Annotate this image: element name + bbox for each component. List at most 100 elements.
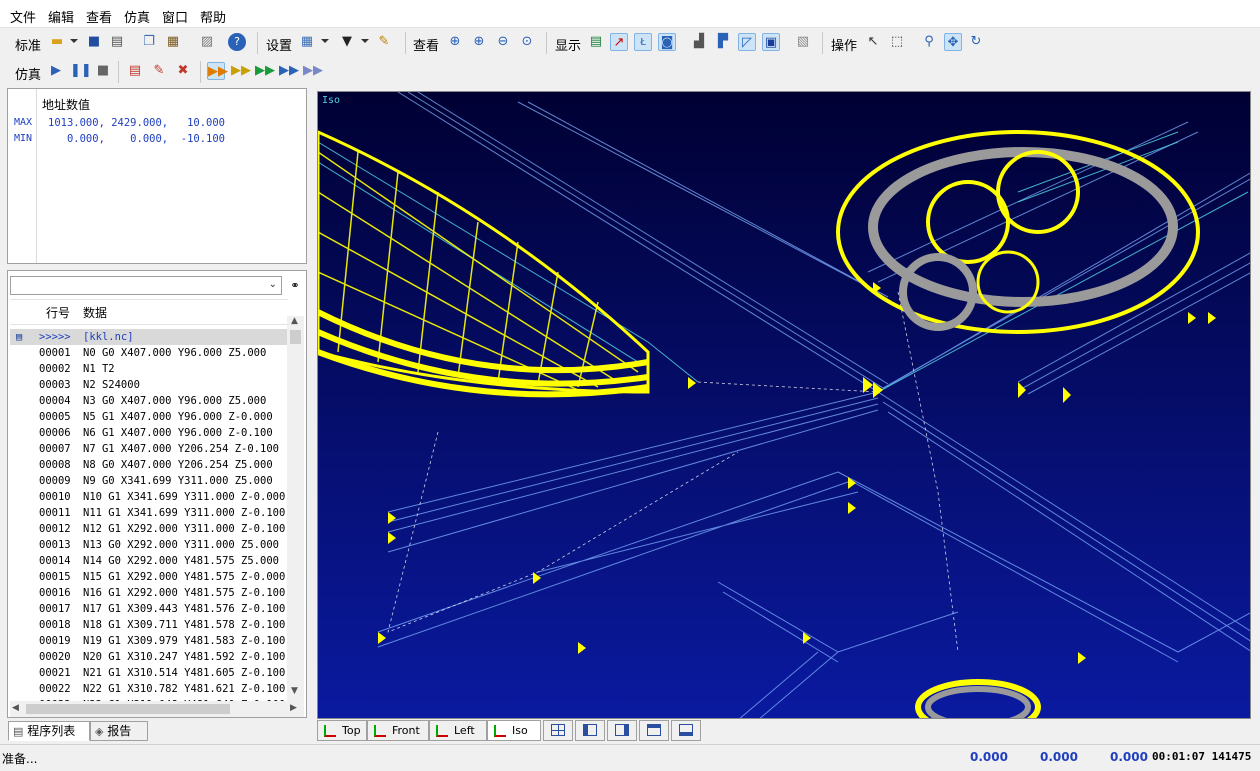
table-row[interactable]: 00006 N6 G1 X407.000 Y96.000 Z-0.100	[10, 425, 288, 441]
axis-icon	[436, 725, 448, 737]
table-row[interactable]: 00009 N9 G0 X341.699 Y311.000 Z5.000	[10, 473, 288, 489]
scroll-up-icon[interactable]: ▲	[291, 316, 298, 326]
open-dropdown-icon[interactable]	[70, 39, 78, 43]
layout-four-icon[interactable]	[543, 720, 573, 741]
rapid-path-icon[interactable]: ↗	[610, 33, 628, 51]
table-row[interactable]: 00020 N20 G1 X310.247 Y481.592 Z-0.100	[10, 649, 288, 665]
separator	[546, 32, 547, 54]
clear-display-icon[interactable]: ▧	[794, 33, 812, 51]
save-icon[interactable]: ■	[85, 33, 103, 51]
zoom-fit-icon[interactable]: ⊙	[518, 33, 536, 51]
select-arrow-icon[interactable]: ↖	[864, 33, 882, 51]
layout-right-icon[interactable]	[607, 720, 637, 741]
options-icon[interactable]: ✎	[375, 33, 393, 51]
menu-view[interactable]: 查看	[86, 7, 112, 26]
speed-2-icon[interactable]: ▶▶	[231, 62, 251, 80]
zoom-out-icon[interactable]: ⊖	[494, 33, 512, 51]
speed-3-icon[interactable]: ▶▶	[255, 62, 275, 80]
sim-reset-icon[interactable]: ▤	[126, 62, 144, 80]
line-number: 00007	[39, 443, 71, 455]
simulation-viewport[interactable]: Iso	[317, 91, 1251, 719]
play-icon[interactable]: ▶	[47, 62, 65, 80]
speed-1-icon[interactable]: ▶▶	[207, 62, 228, 80]
table-row[interactable]: 00011 N11 G1 X341.699 Y311.000 Z-0.100	[10, 505, 288, 521]
h-scroll-thumb[interactable]	[26, 704, 230, 714]
table-row[interactable]: 00002 N1 T2	[10, 361, 288, 377]
menu-simulate[interactable]: 仿真	[124, 7, 150, 26]
stock-icon[interactable]: ▟	[690, 33, 708, 51]
layout-top-icon[interactable]	[639, 720, 669, 741]
tab-program-list[interactable]: ▤ 程序列表	[8, 721, 90, 741]
speed-4-icon[interactable]: ▶▶	[279, 62, 299, 80]
menu-file[interactable]: 文件	[10, 7, 36, 26]
speed-5-icon[interactable]: ▶▶	[303, 62, 323, 80]
scroll-thumb[interactable]	[290, 330, 301, 344]
rotate-icon[interactable]: ↻	[967, 33, 985, 51]
scroll-down-icon[interactable]: ▼	[291, 686, 298, 696]
frame-icon[interactable]: ◸	[738, 33, 756, 51]
menu-window[interactable]: 窗口	[162, 7, 188, 26]
select-box-icon[interactable]: ⬚	[888, 33, 906, 51]
copy-icon[interactable]: ❐	[140, 33, 158, 51]
zoom-window-icon[interactable]: ⊕	[446, 33, 464, 51]
chevron-down-icon[interactable]: ⌄	[269, 279, 277, 290]
list-display-icon[interactable]: ▤	[587, 33, 605, 51]
divider	[10, 324, 288, 325]
layout-left-icon[interactable]	[575, 720, 605, 741]
tab-report[interactable]: ◈ 报告	[90, 721, 148, 741]
zoom-in-icon[interactable]: ⊕	[470, 33, 488, 51]
table-row[interactable]: 00007 N7 G1 X407.000 Y206.254 Z-0.100	[10, 441, 288, 457]
axis-display-icon[interactable]: Ł	[634, 33, 652, 51]
table-row[interactable]: 00014 N14 G0 X292.000 Y481.575 Z5.000	[10, 553, 288, 569]
table-row[interactable]: 00012 N12 G1 X292.000 Y311.000 Z-0.100	[10, 521, 288, 537]
tab-front-view[interactable]: Front	[367, 720, 429, 741]
corner-icon[interactable]: ▛	[714, 33, 732, 51]
boundary-icon[interactable]: ▣	[762, 33, 780, 51]
sim-clear-icon[interactable]: ✖	[174, 62, 192, 80]
scroll-left-icon[interactable]: ◀	[12, 703, 19, 713]
table-row[interactable]: 00019 N19 G1 X309.979 Y481.583 Z-0.100	[10, 633, 288, 649]
table-row[interactable]: 00008 N8 G0 X407.000 Y206.254 Z5.000	[10, 457, 288, 473]
pause-icon[interactable]: ❚❚	[70, 62, 92, 80]
table-row[interactable]: 00010 N10 G1 X341.699 Y311.000 Z-0.000	[10, 489, 288, 505]
program-select[interactable]: ⌄	[10, 276, 282, 295]
table-row[interactable]: 00004 N3 G0 X407.000 Y96.000 Z5.000	[10, 393, 288, 409]
pan-icon[interactable]: ✥	[944, 33, 962, 51]
paste-icon[interactable]: ▦	[164, 33, 182, 51]
table-row[interactable]: 00018 N18 G1 X309.711 Y481.578 Z-0.100	[10, 617, 288, 633]
tab-left-view[interactable]: Left	[429, 720, 487, 741]
clear-icon[interactable]: ▨	[198, 33, 216, 51]
measure-icon[interactable]: ⚲	[920, 33, 938, 51]
grid-settings-icon[interactable]: ▦	[298, 33, 316, 51]
help-icon[interactable]: ?	[228, 33, 246, 51]
table-row[interactable]: 00016 N16 G1 X292.000 Y481.575 Z-0.100	[10, 585, 288, 601]
table-row[interactable]: 00015 N15 G1 X292.000 Y481.575 Z-0.000	[10, 569, 288, 585]
vertical-scrollbar[interactable]: ▲ ▼	[287, 316, 304, 704]
table-row[interactable]: 00003 N2 S24000	[10, 377, 288, 393]
filter-icon[interactable]: ▼	[338, 33, 356, 51]
tab-top-view[interactable]: Top	[317, 720, 367, 741]
table-row[interactable]: 00001 N0 G0 X407.000 Y96.000 Z5.000	[10, 345, 288, 361]
table-row[interactable]: 00021 N21 G1 X310.514 Y481.605 Z-0.100	[10, 665, 288, 681]
open-folder-icon[interactable]: ▬	[48, 33, 66, 51]
menu-help[interactable]: 帮助	[200, 7, 226, 26]
layout-bottom-icon[interactable]	[671, 720, 701, 741]
table-row[interactable]: 00005 N5 G1 X407.000 Y96.000 Z-0.000	[10, 409, 288, 425]
sim-tool-icon[interactable]: ✎	[150, 62, 168, 80]
line-number: >>>>>	[39, 331, 71, 343]
grid-dropdown-icon[interactable]	[321, 39, 329, 43]
scroll-right-icon[interactable]: ▶	[290, 703, 297, 713]
filter-dropdown-icon[interactable]	[361, 39, 369, 43]
horizontal-scrollbar[interactable]: ◀ ▶	[10, 701, 304, 717]
table-row[interactable]: 00017 N17 G1 X309.443 Y481.576 Z-0.100	[10, 601, 288, 617]
print-icon[interactable]: ▤	[108, 33, 126, 51]
menu-edit[interactable]: 编辑	[48, 7, 74, 26]
tool-display-icon[interactable]: ◙	[658, 33, 676, 51]
stop-icon[interactable]: ■	[94, 62, 112, 80]
table-row[interactable]: 00022 N22 G1 X310.782 Y481.621 Z-0.100	[10, 681, 288, 697]
binoculars-icon[interactable]: ⚭	[286, 276, 304, 295]
table-row[interactable]: 00013 N13 G0 X292.000 Y311.000 Z5.000	[10, 537, 288, 553]
table-row[interactable]: ▤ >>>>> [kkl.nc]	[10, 329, 288, 345]
tab-iso-view[interactable]: Iso	[487, 720, 541, 741]
line-number: 00014	[39, 555, 71, 567]
